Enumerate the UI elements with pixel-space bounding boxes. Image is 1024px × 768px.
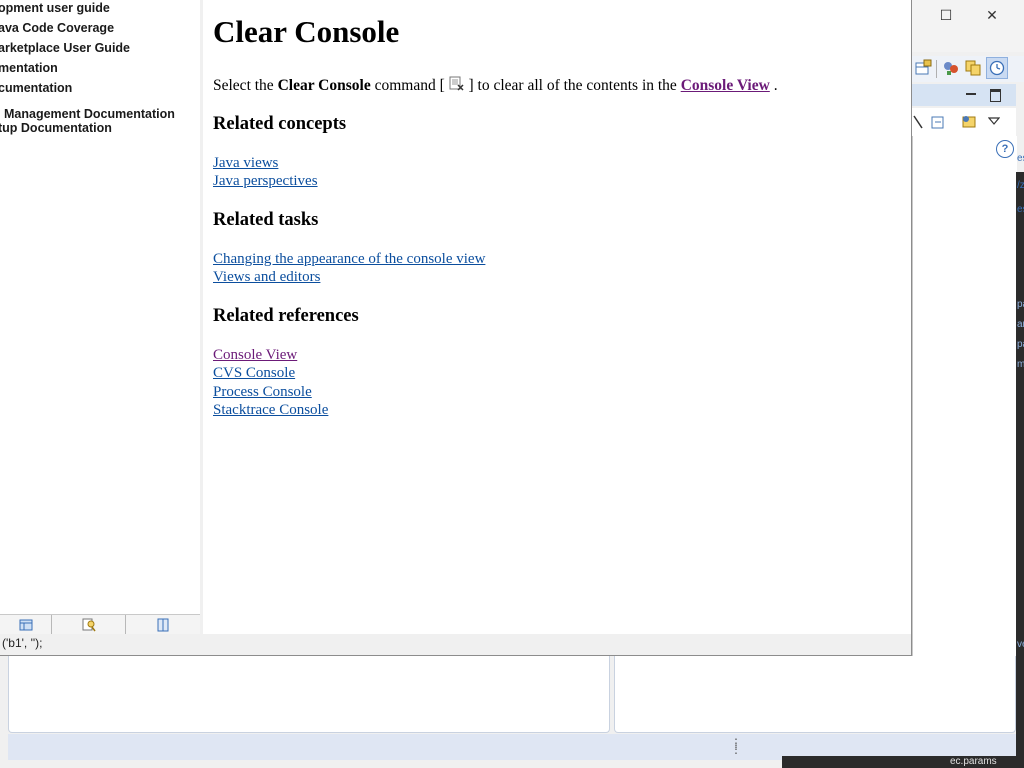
desc-text: command [ [370, 77, 449, 94]
close-button[interactable]: ✕ [982, 6, 1002, 24]
contents-icon [19, 619, 32, 631]
toc-item[interactable]: cumentation [0, 78, 72, 98]
table-of-contents: opment user guide ava Code Coverage arke… [0, 0, 200, 614]
view-menu-icon[interactable] [988, 116, 1000, 126]
stacktrace-console-link[interactable]: Stacktrace Console [213, 402, 328, 418]
cvs-console-link[interactable]: CVS Console [213, 365, 295, 381]
minimize-view-button[interactable] [966, 93, 976, 95]
tab-search[interactable] [52, 615, 126, 635]
console-view-link[interactable]: Console View [681, 77, 770, 94]
views-and-editors-link[interactable]: Views and editors [213, 269, 320, 285]
bottom-right-view [614, 656, 1016, 733]
sync-icon[interactable] [960, 113, 978, 131]
related-references-list: Console View CVS Console Process Console… [213, 346, 328, 419]
toc-tab-bar [0, 614, 200, 635]
ide-title-strip: ☐ ✕ [912, 0, 1024, 52]
related-references-heading: Related references [213, 306, 359, 326]
open-perspective-icon[interactable] [914, 59, 932, 77]
process-console-link[interactable]: Process Console [213, 384, 312, 400]
toc-item[interactable]: mentation [0, 58, 58, 78]
console-view-ref-link[interactable]: Console View [213, 347, 297, 363]
desc-text: . [769, 77, 778, 94]
clipped-text: m [1017, 359, 1024, 370]
clipped-text: es [1017, 204, 1024, 215]
help-status-bar: ('b1', ''); [0, 634, 911, 655]
help-window: opment user guide ava Code Coverage arke… [0, 0, 912, 656]
description: Select the Clear Console command [ ] to … [213, 76, 778, 95]
related-tasks-heading: Related tasks [213, 210, 319, 230]
status-text: ('b1', ''); [2, 636, 43, 650]
collapse-all-icon[interactable] [930, 114, 946, 130]
clipped-text: ve [1017, 639, 1024, 650]
related-tasks-list: Changing the appearance of the console v… [213, 250, 485, 287]
toc-item[interactable]: Management Documentation [0, 98, 175, 121]
desc-command: Clear Console [277, 77, 371, 94]
clipped-text: pa [1017, 299, 1024, 310]
ide-perspective-toolbar [912, 56, 1024, 82]
page-title: Clear Console [213, 14, 400, 49]
desc-text: ] to clear all of the contents in the [464, 77, 681, 94]
toc-item[interactable]: arketplace User Guide [0, 38, 130, 58]
view-header [912, 84, 1016, 106]
search-icon [82, 618, 96, 632]
resource-perspective-icon[interactable] [964, 59, 982, 77]
tab-bookmarks[interactable] [126, 615, 200, 635]
dark-bottom-strip: ec.params [782, 756, 1024, 768]
help-icon[interactable]: ? [996, 140, 1014, 158]
console-appearance-link[interactable]: Changing the appearance of the console v… [213, 251, 485, 267]
related-concepts-heading: Related concepts [213, 114, 347, 134]
java-views-link[interactable]: Java views [213, 155, 278, 171]
toc-item[interactable]: tup Documentation [0, 118, 112, 138]
ide-right-view [912, 136, 1017, 656]
help-content: Clear Console Select the Clear Console c… [203, 0, 911, 634]
clear-console-icon [449, 76, 465, 92]
status-grip-icon[interactable]: ⋮ ⋮ [730, 737, 742, 755]
dark-editor-strip [1016, 172, 1024, 768]
tab-contents[interactable] [0, 615, 52, 635]
view-toolbar [912, 108, 1016, 136]
toc-item[interactable]: ava Code Coverage [0, 18, 114, 38]
desc-text: Select the [213, 77, 278, 94]
link-editor-icon[interactable] [912, 114, 924, 130]
bookmarks-icon [157, 618, 169, 632]
clipped-text: es [1017, 153, 1024, 164]
related-concepts-list: Java views Java perspectives [213, 154, 318, 191]
maximize-button[interactable]: ☐ [936, 6, 956, 24]
java-perspective-icon[interactable] [942, 59, 960, 77]
clock-icon [989, 60, 1005, 76]
java-perspectives-link[interactable]: Java perspectives [213, 173, 318, 189]
file-name[interactable]: ec.params [950, 756, 997, 768]
clipped-text: pa [1017, 339, 1024, 350]
toc-item[interactable]: opment user guide [0, 0, 110, 18]
clipped-text: /z [1017, 180, 1024, 191]
clipped-text: an [1017, 319, 1024, 330]
debug-perspective-button[interactable] [986, 57, 1008, 79]
toolbar-separator [936, 60, 937, 78]
maximize-view-button[interactable] [990, 89, 1001, 102]
bottom-left-view [8, 656, 610, 733]
